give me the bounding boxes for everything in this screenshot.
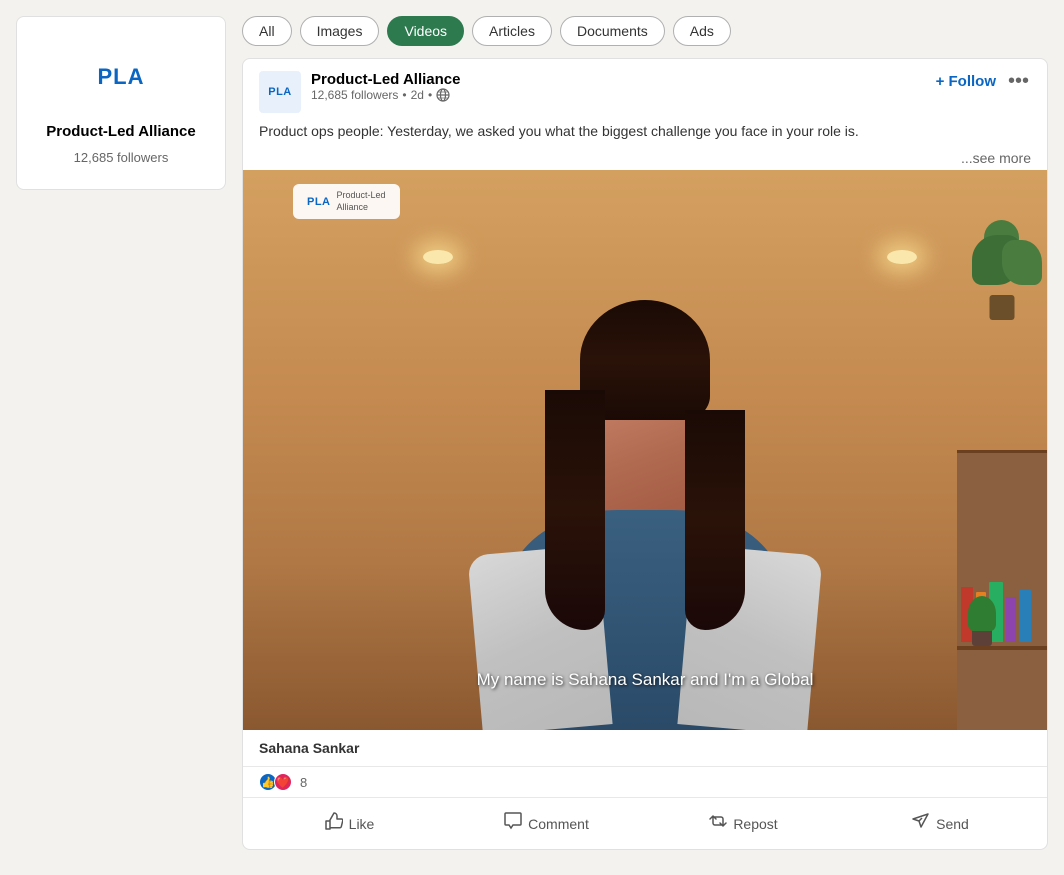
company-followers: 12,685 followers [74,150,169,165]
comment-button[interactable]: Comment [448,802,645,845]
like-label: Like [349,816,375,832]
send-label: Send [936,816,969,832]
post-followers: 12,685 followers [311,88,398,102]
post-avatar[interactable]: PLA [259,71,301,113]
watermark-text-line: Product-LedAlliance [337,190,386,213]
company-card: PLA Product-Led Alliance 12,685 follower… [16,16,226,190]
repost-button[interactable]: Repost [645,802,842,845]
like-button[interactable]: Like [251,802,448,845]
post-meta: 12,685 followers • 2d • [311,88,926,102]
separator: • [402,88,406,102]
post-info: Product-Led Alliance 12,685 followers • … [311,71,926,102]
globe-icon [436,88,450,102]
more-options-button[interactable]: ••• [1006,71,1031,91]
avatar-logo: PLA [268,86,292,98]
company-name: Product-Led Alliance [46,123,195,140]
post-header: PLA Product-Led Alliance 12,685 follower… [243,59,1047,121]
logo-text: PLA [98,64,145,90]
post-text: Product ops people: Yesterday, we asked … [243,121,1047,150]
reactions-bar: 👍 ❤️ 8 [243,767,1047,798]
separator2: • [428,88,432,102]
reaction-icons: 👍 ❤️ [259,773,292,791]
post-actions: Like Comment Repost [243,798,1047,849]
heart-reaction-icon: ❤️ [274,773,292,791]
video-container[interactable]: PLA Product-LedAlliance My name is Sahan… [243,170,1047,730]
tab-documents[interactable]: Documents [560,16,665,46]
video-credit: Sahana Sankar [243,730,1047,767]
post-header-actions: + Follow ••• [936,71,1031,91]
video-watermark: PLA Product-LedAlliance [293,184,400,219]
video-thumbnail[interactable]: PLA Product-LedAlliance My name is Sahan… [243,170,1047,730]
send-icon [912,812,930,835]
tab-all[interactable]: All [242,16,292,46]
company-logo: PLA [85,41,157,113]
follow-button[interactable]: + Follow [936,73,996,90]
plant [962,220,1042,320]
post-card: PLA Product-Led Alliance 12,685 follower… [242,58,1048,850]
tab-images[interactable]: Images [300,16,380,46]
repost-icon [709,812,727,835]
post-time: 2d [411,88,424,102]
watermark-logo: PLA [307,196,331,208]
bookshelf [957,450,1047,730]
like-icon [325,812,343,835]
filter-tabs: All Images Videos Articles Documents Ads [242,16,1048,46]
repost-label: Repost [733,816,777,832]
comment-icon [504,812,522,835]
see-more[interactable]: ...see more [243,150,1047,170]
comment-label: Comment [528,816,589,832]
send-button[interactable]: Send [842,802,1039,845]
tab-articles[interactable]: Articles [472,16,552,46]
tab-ads[interactable]: Ads [673,16,731,46]
video-subtitle: My name is Sahana Sankar and I'm a Globa… [477,670,814,690]
post-author[interactable]: Product-Led Alliance [311,71,926,88]
tab-videos[interactable]: Videos [387,16,464,46]
main-feed: All Images Videos Articles Documents Ads… [242,16,1048,859]
reaction-count: 8 [300,775,307,790]
sidebar: PLA Product-Led Alliance 12,685 follower… [16,16,226,859]
